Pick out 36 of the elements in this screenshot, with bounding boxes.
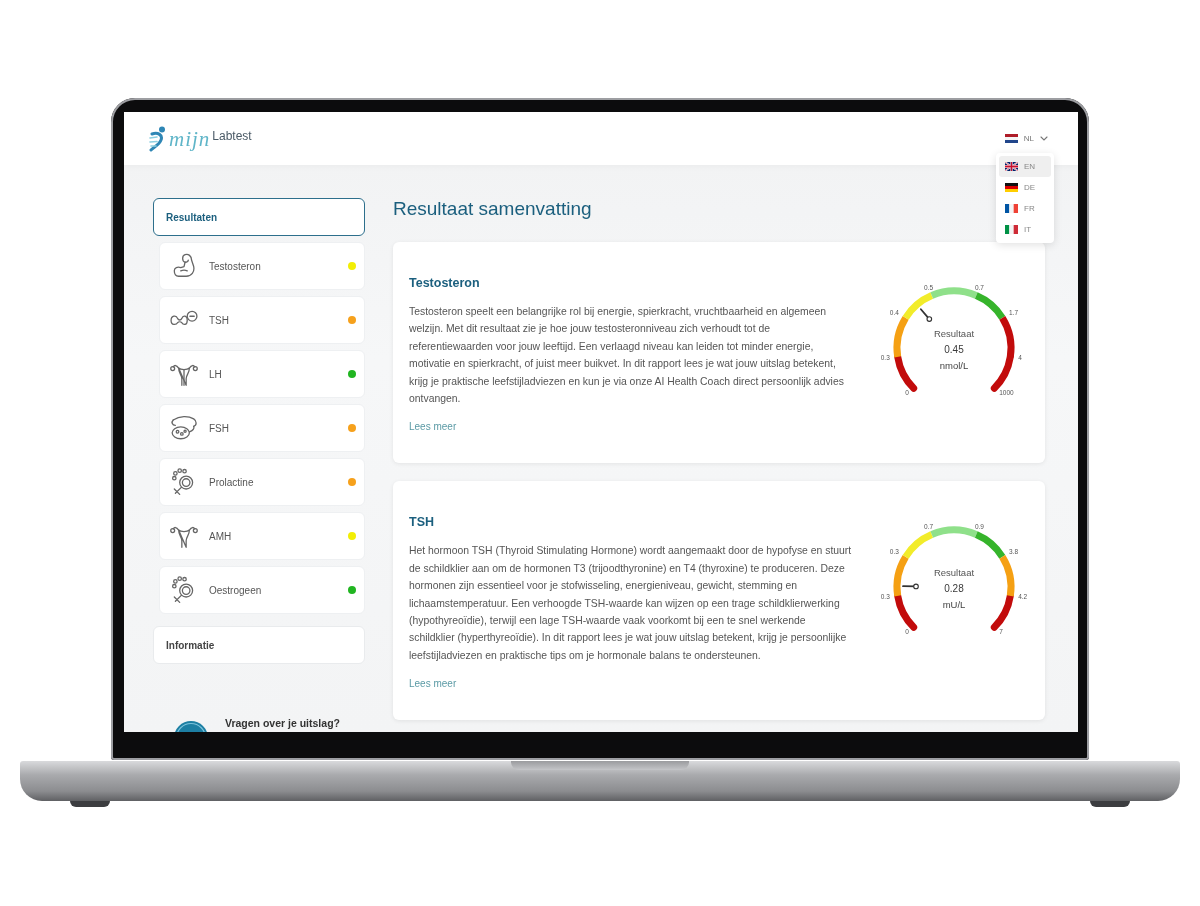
sidebar-item[interactable]: AMH [159, 512, 365, 560]
sidebar-section[interactable]: Resultaten [153, 198, 365, 236]
sidebar-section[interactable]: Informatie [153, 626, 365, 664]
german-flag-icon [1005, 183, 1018, 192]
laptop-foot [1090, 801, 1130, 807]
gauge-value: 0.28 [944, 583, 964, 595]
italian-flag-icon [1005, 225, 1018, 234]
card-title: TSH [409, 515, 434, 531]
sidebar-item[interactable]: LH [159, 350, 365, 398]
gauge-value: 0.45 [944, 343, 964, 355]
gauge-caption: Resultaat [933, 566, 975, 578]
card-description: Het hormoon TSH (Thyroid Stimulating Hormone) wordt aangemaakt door de hypofyse en stuurt de schildklier aan om de hormonen T3 (trijoodthyronine) en T4 (thyroxine) te produceren. Deze hormonen zijn essentieel voor je stofwisseling, energieniveau, gewicht, stemming en lichaamstemperatuur. Een verhoogde TSH-waarde kan wijzen op een trage schildklierwerking (hypothyreoïdie), terwijl een lage TSH-waarde vaak voorkomt bij een te snel werkende schildklier (hyperthyreoïdie). In dit rapport lees je wat jouw uitslag betekent, krijg je persoonlijke leefstijladviezen en praktische tips om je hormonale balans te ondersteunen. [409, 544, 853, 663]
gauge-unit: mU/L [942, 598, 966, 610]
gauge-caption: Resultaat [933, 327, 975, 339]
page-title: Resultaat samenvatting [393, 198, 592, 220]
gauge-unit: nmol/L [939, 359, 969, 371]
language-option[interactable]: DE [999, 177, 1051, 198]
language-option[interactable]: FR [999, 198, 1051, 219]
language-selector[interactable]: NL [1004, 134, 1048, 143]
french-flag-icon [1005, 204, 1018, 213]
sidebar-item[interactable]: FSH [159, 404, 365, 452]
help-prompt: Vragen over je uitslag? [225, 717, 340, 730]
sidebar-item[interactable]: Oestrogeen [159, 566, 365, 614]
uk-flag-icon [1005, 162, 1018, 171]
logo-text: Labtest [212, 128, 252, 143]
sidebar-item[interactable]: Testosteron [159, 242, 365, 290]
laptop-foot [70, 801, 110, 807]
language-option[interactable]: IT [999, 219, 1051, 240]
ovary-icon [170, 414, 198, 442]
logo-script-text: mijn [169, 126, 211, 151]
sidebar-item[interactable]: Prolactine [159, 458, 365, 506]
dutch-flag-icon [1004, 134, 1018, 143]
card-title: Testosteron [409, 276, 480, 291]
sidebar-item[interactable]: TSH [159, 296, 365, 344]
logo-icon [149, 125, 167, 152]
card-description: Testosteron speelt een belangrijke rol bij energie, spierkracht, vruchtbaarheid en algemeen welzijn. Met dit resultaat zie je hoe jouw testosteronniveau zich verhoudt tot de referentiewaarden voor jouw leeftijd. Een verlaagd niveau kan leiden tot minder energie, motivatie en spierkracht, of juist meer buikvet. In dit rapport lees je wat jouw uitslag betekent, krijg je praktische leefstijladviezen en kun je via onze AI Health Coach direct persoonlijk advies ontvangen. [409, 305, 845, 407]
